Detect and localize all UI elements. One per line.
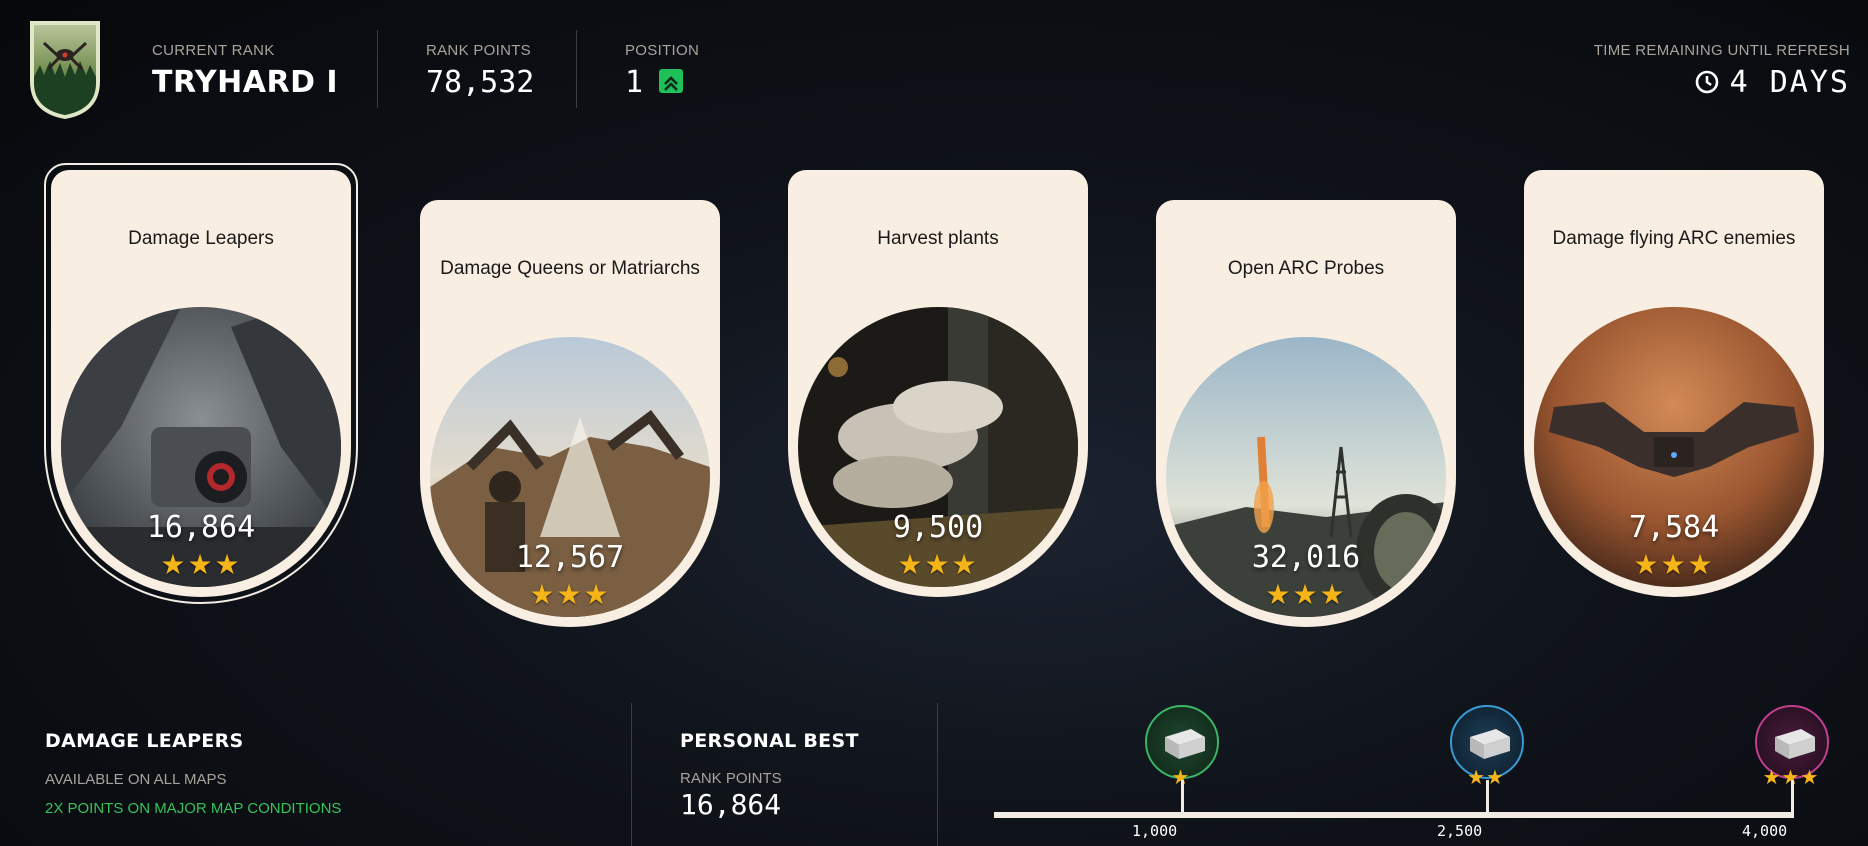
card-points: 16,864 [146,510,256,545]
refresh-timer: TIME REMAINING UNTIL REFRESH 4 DAYS [1594,42,1850,100]
position-up-icon [659,68,684,93]
header-divider [377,30,378,108]
card-stars: ★★★ [1633,549,1715,580]
card-title: Damage flying ARC enemies [1552,228,1796,249]
personal-best-label: RANK POINTS [680,770,782,787]
position-block: POSITION 1 [625,42,699,100]
rank-emblem-icon [26,17,104,121]
refresh-row: 4 DAYS [1594,65,1850,100]
header-bar: CURRENT RANK TRYHARD I RANK POINTS 78,53… [0,0,1868,130]
bottom-divider [937,703,938,846]
detail-bonus: 2X POINTS ON MAJOR MAP CONDITIONS [45,800,342,817]
current-rank-label: CURRENT RANK [152,42,275,59]
card-image [1534,307,1814,587]
current-rank-block: CURRENT RANK TRYHARD I [152,42,338,100]
rank-points-value: 78,532 [426,65,535,100]
milestone-tick [1486,780,1489,818]
detail-availability: AVAILABLE ON ALL MAPS [45,771,227,788]
position-value: 1 [625,65,644,100]
rank-points-block: RANK POINTS 78,532 [426,42,534,100]
rank-points-label: RANK POINTS [426,42,531,59]
card-title: Damage Leapers [128,228,274,249]
card-image [61,307,341,587]
card-stars: ★★★ [1265,579,1347,610]
card-image [1166,337,1446,617]
personal-best-title: PERSONAL BEST [680,730,859,752]
card-points: 12,567 [515,540,625,575]
milestone-label: 2,500 [1437,822,1483,840]
milestone-label: 4,000 [1742,822,1788,840]
refresh-value: 4 DAYS [1729,65,1850,100]
position-row: 1 [625,65,699,100]
card-title: Harvest plants [877,228,999,249]
detail-panel [0,700,1868,846]
clock-icon [1694,68,1720,94]
milestone-progress-bar [994,812,1794,818]
detail-title: DAMAGE LEAPERS [45,730,244,752]
position-label: POSITION [625,42,700,59]
milestone-label: 1,000 [1132,822,1178,840]
card-image [430,337,710,617]
header-divider [576,30,577,108]
card-title: Damage Queens or Matriarchs [440,258,700,279]
refresh-label: TIME REMAINING UNTIL REFRESH [1593,42,1850,59]
bottom-divider [631,703,632,846]
milestone-tick [1181,780,1184,818]
card-points: 7,584 [1628,510,1720,545]
card-stars: ★★★ [529,579,611,610]
milestone-tick [1791,780,1794,818]
card-title: Open ARC Probes [1227,258,1385,279]
card-points: 9,500 [892,510,984,545]
card-points: 32,016 [1251,540,1361,575]
card-image [798,307,1078,587]
current-rank-value: TRYHARD I [152,65,339,100]
card-stars: ★★★ [897,549,979,580]
personal-best-value: 16,864 [680,788,782,821]
card-stars: ★★★ [160,549,242,580]
